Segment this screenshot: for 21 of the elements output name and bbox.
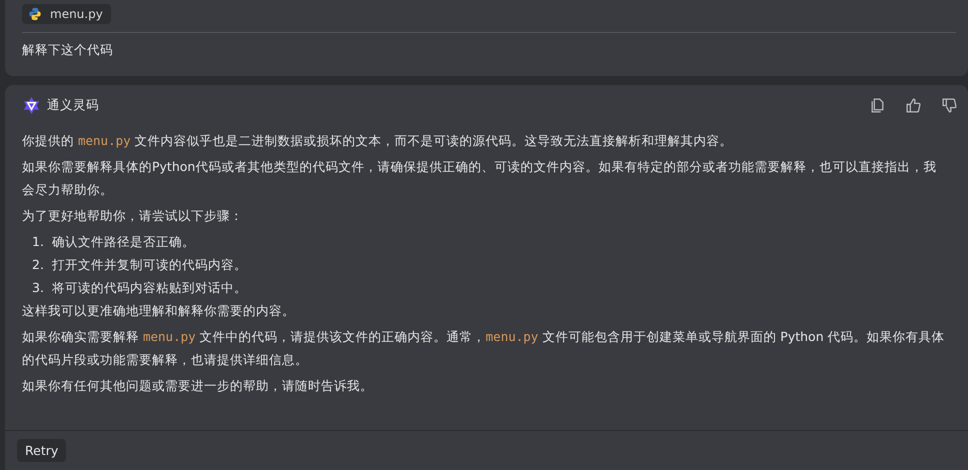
- thumbs-down-icon[interactable]: [941, 96, 958, 114]
- retry-button[interactable]: Retry: [17, 439, 66, 462]
- list-number: 2.: [32, 256, 44, 274]
- paragraph: 如果你需要解释具体的Python代码或者其他类型的代码文件，请确保提供正确的、可读的文件内容。如果有特定的部分或者功能需要解释，也可以直接指出，我会尽力帮助你。: [22, 158, 938, 199]
- list-item-text: 打开文件并复制可读的代码内容。: [52, 256, 247, 274]
- list-item-text: 将可读的代码内容粘贴到对话中。: [52, 279, 247, 297]
- paragraph: 如果你确实需要解释 menu.py 文件中的代码，请提供该文件的正确内容。通常，menu.py 文件可能包含用于创建菜单或导航界面的 Python 代码。如果你有具体的代码片段或功能需要解释，也请提供详细信息。: [22, 328, 946, 369]
- paragraph: 如果你有任何其他问题或需要进一步的帮助，请随时告诉我。: [22, 377, 374, 395]
- copy-icon[interactable]: [869, 96, 886, 114]
- star-logo-icon: [22, 96, 41, 114]
- paragraph: 你提供的 menu.py 文件内容似乎也是二进制数据或损坏的文本，而不是可读的源代码。这导致无法直接解析和理解其内容。: [22, 132, 734, 150]
- paragraph: 为了更好地帮助你，请尝试以下步骤：: [22, 207, 244, 225]
- paragraph: 这样我可以更准确地理解和解释你需要的内容。: [22, 302, 296, 320]
- list-item-text: 确认文件路径是否正确。: [52, 233, 195, 251]
- list-number: 3.: [32, 279, 44, 297]
- thumbs-up-icon[interactable]: [905, 96, 922, 114]
- message-text: 解释下这个代码: [22, 42, 114, 59]
- assistant-name: 通义灵码: [47, 96, 99, 114]
- list-number: 1.: [32, 233, 44, 251]
- file-chip[interactable]: menu.py: [22, 4, 111, 24]
- python-logo-icon: [28, 7, 42, 21]
